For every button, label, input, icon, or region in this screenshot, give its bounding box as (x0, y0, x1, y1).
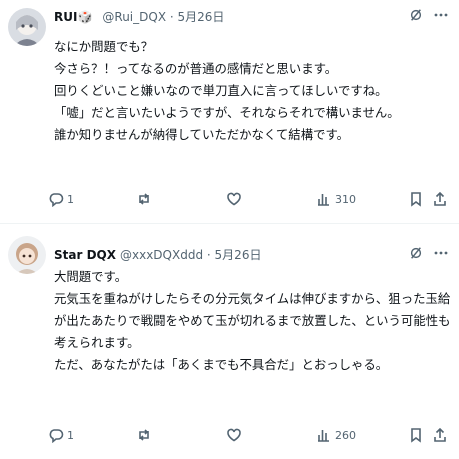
share-icon (434, 427, 446, 442)
share-button[interactable] (432, 424, 448, 446)
slashed-circle-icon[interactable] (409, 246, 423, 264)
action-bar: 1 310 (48, 188, 452, 210)
like-button[interactable] (226, 188, 245, 210)
display-name[interactable]: Star DQX (54, 248, 116, 262)
header-actions (409, 246, 449, 264)
retweet-icon (139, 429, 149, 441)
reply-count: 1 (67, 428, 74, 442)
post-date[interactable]: 5月26日 (215, 248, 262, 262)
reply-button[interactable]: 1 (48, 188, 74, 210)
retweet-button[interactable] (136, 424, 155, 446)
avatar[interactable] (8, 236, 46, 274)
view-count: 260 (335, 428, 356, 442)
slashed-circle-icon[interactable] (409, 8, 423, 26)
views-button[interactable]: 310 (316, 188, 356, 210)
reply-button[interactable]: 1 (48, 424, 74, 446)
reply-bubble-icon (49, 429, 64, 443)
tweet-2[interactable]: Star DQX @xxxDQXddd · 5月26日 大問題です。 元気玉を重ね… (0, 224, 459, 459)
tweet-header: Star DQX @xxxDQXddd · 5月26日 (54, 246, 261, 264)
user-handle[interactable]: @Rui_DQX (102, 10, 166, 24)
bookmark-button[interactable] (408, 424, 424, 446)
bookmark-icon (411, 428, 421, 443)
reply-count: 1 (67, 192, 74, 206)
bookmark-icon (411, 192, 421, 207)
views-button[interactable]: 260 (316, 424, 356, 446)
tweet-text: なにか問題でも？ 今さら？！ってなるのが普通の感情だと思います。 回りくどいこと… (54, 39, 400, 142)
tweet-header: RUI🎲 @Rui_DQX · 5月26日 (54, 8, 224, 26)
action-bar: 1 260 (48, 424, 452, 446)
reply-bubble-icon (49, 193, 64, 207)
avatar[interactable] (8, 8, 46, 46)
more-dots-icon[interactable] (433, 246, 449, 264)
separator-dot: · (206, 248, 211, 262)
bookmark-button[interactable] (408, 188, 424, 210)
tweet-1[interactable]: RUI🎲 @Rui_DQX · 5月26日 なにか問題でも？ 今さら？！ってなるの… (0, 0, 459, 224)
user-handle[interactable]: @xxxDQXddd (120, 248, 203, 262)
views-chart-icon (318, 194, 329, 206)
more-dots-icon[interactable] (433, 8, 449, 26)
share-button[interactable] (432, 188, 448, 210)
retweet-button[interactable] (136, 188, 155, 210)
display-name[interactable]: RUI🎲 (54, 10, 92, 24)
share-icon (434, 191, 446, 206)
tweet-text: 大問題です。 元気玉を重ねがけしたらその分元気タイムは伸びますから、狙った玉給が… (54, 269, 451, 372)
like-button[interactable] (226, 424, 245, 446)
retweet-icon (139, 193, 149, 205)
heart-icon (227, 192, 241, 206)
views-chart-icon (318, 430, 329, 442)
header-actions (409, 8, 449, 26)
separator-dot: · (169, 10, 174, 24)
view-count: 310 (335, 192, 356, 206)
post-date[interactable]: 5月26日 (178, 10, 225, 24)
heart-icon (227, 428, 241, 442)
